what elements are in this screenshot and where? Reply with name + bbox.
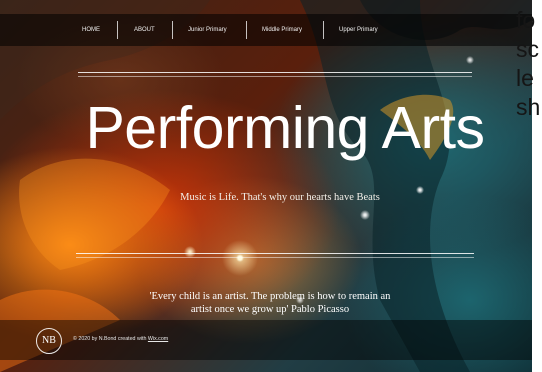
divider-line [76,253,474,254]
nb-logo[interactable]: NB [36,328,62,354]
wix-link[interactable]: Wix.com [148,336,168,342]
top-navigation-bar: HOME ABOUT Junior Primary Middle Primary… [0,14,532,46]
nav-divider [172,21,173,39]
overflow-side-text: fo sc le sh [516,6,540,122]
copyright-prefix: © 2020 by N.Bond created with [73,336,147,342]
nav-upper-primary[interactable]: Upper Primary [339,14,378,46]
nav-home[interactable]: HOME [82,14,100,46]
nav-divider [323,21,324,39]
nav-about[interactable]: ABOUT [134,14,155,46]
divider-line [76,257,474,258]
hero-background [0,0,532,372]
nav-junior-primary[interactable]: Junior Primary [188,14,227,46]
divider-line [78,76,472,77]
quote-text: 'Every child is an artist. The problem i… [149,291,391,315]
side-text-line: fo [516,7,536,33]
tagline-text: Music is Life. That's why our hearts hav… [180,192,380,203]
abstract-art-background [0,0,532,372]
side-text-line: sh [516,94,541,120]
side-text-line: le [516,65,534,91]
nav-middle-primary[interactable]: Middle Primary [262,14,302,46]
divider-line [78,72,472,73]
nav-divider [246,21,247,39]
page-title: Performing Arts [85,95,485,161]
copyright-text: © 2020 by N.Bond created with Wix.com [73,336,168,342]
side-text-line: sc [516,36,539,62]
nav-divider [117,21,118,39]
